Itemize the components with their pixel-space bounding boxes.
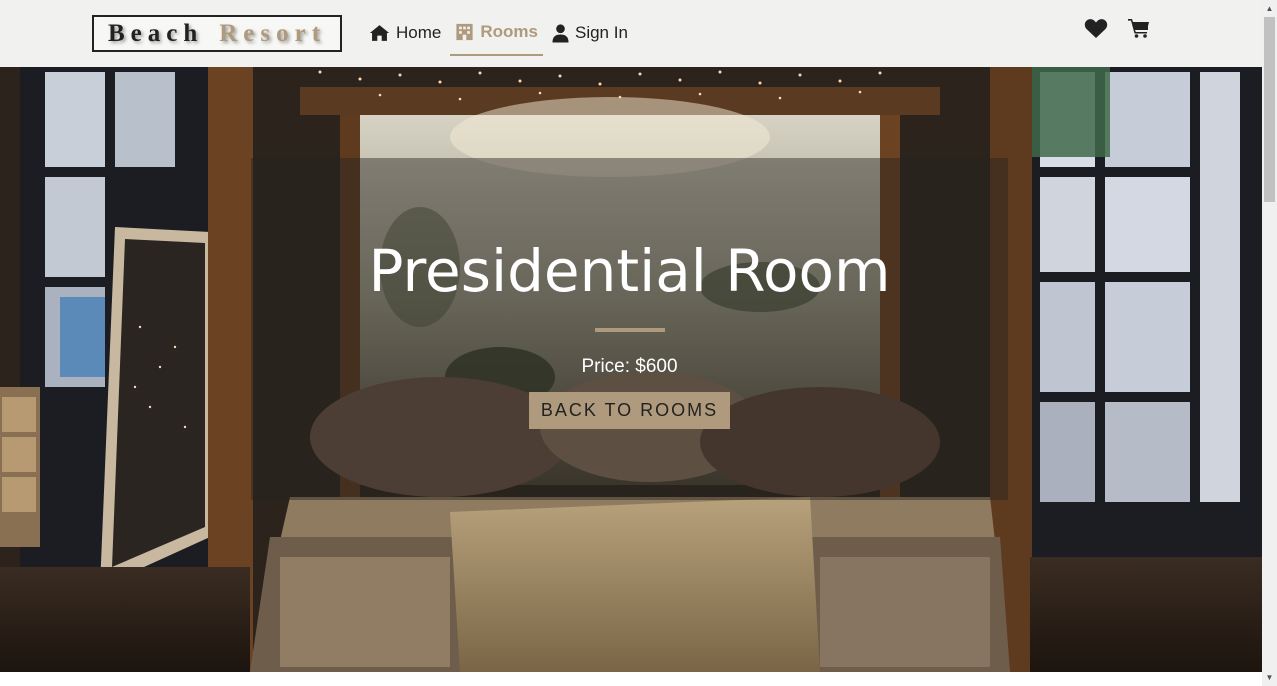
- scroll-thumb[interactable]: [1264, 17, 1275, 202]
- scroll-down-arrow-icon[interactable]: ▼: [1262, 669, 1277, 686]
- heart-icon: [1084, 19, 1108, 38]
- logo[interactable]: Beach Resort: [92, 15, 342, 52]
- favorites-button[interactable]: [1084, 18, 1108, 39]
- logo-word-resort: Resort: [219, 19, 327, 47]
- nav-sign-in-link[interactable]: Sign In: [547, 18, 633, 48]
- user-icon: [552, 23, 569, 42]
- scroll-up-arrow-icon[interactable]: ▲: [1262, 0, 1277, 17]
- room-price: Price: $600: [581, 356, 678, 377]
- logo-word-beach: Beach: [107, 19, 204, 47]
- nav-sign-in-label: Sign In: [574, 23, 628, 42]
- room-banner: Presidential Room Price: $600 BACK TO RO…: [251, 158, 1008, 500]
- nav-rooms-label: Rooms: [480, 22, 538, 41]
- nav-links: Home Rooms Sign In: [364, 18, 637, 56]
- back-to-rooms-button[interactable]: BACK TO ROOMS: [528, 392, 731, 429]
- navbar: Beach Resort Home Rooms Sign In: [0, 0, 1262, 67]
- title-underline: [594, 328, 665, 332]
- cart-button[interactable]: [1128, 18, 1150, 39]
- home-icon: [369, 25, 390, 41]
- nav-home-link[interactable]: Home: [364, 18, 446, 48]
- vertical-scrollbar[interactable]: ▲ ▼: [1262, 0, 1277, 686]
- room-title: Presidential Room: [368, 237, 891, 305]
- hero-section: Presidential Room Price: $600 BACK TO RO…: [0, 67, 1262, 672]
- cart-icon: [1128, 19, 1149, 38]
- page-bottom: [0, 672, 1262, 686]
- hotel-icon: [456, 23, 473, 41]
- nav-home-label: Home: [396, 23, 442, 42]
- nav-rooms-link[interactable]: Rooms: [450, 18, 543, 56]
- nav-actions: [1084, 18, 1150, 39]
